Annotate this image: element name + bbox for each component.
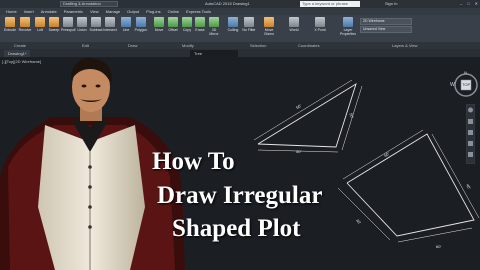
copy-icon <box>182 17 192 27</box>
subtract-button[interactable]: Subtract <box>89 17 103 32</box>
file-tab-bar: Drawing1* Tree <box>0 49 480 57</box>
named-view-dropdown[interactable]: Unsaved View <box>360 26 412 33</box>
panel-create[interactable]: Create <box>14 42 26 49</box>
zoom-icon[interactable] <box>468 130 473 135</box>
layer-properties-button[interactable]: Layer Properties <box>340 17 356 36</box>
erase-icon <box>195 17 205 27</box>
navigation-bar <box>466 104 475 164</box>
menu-home[interactable]: Home <box>6 8 17 15</box>
extrude-button[interactable]: Extrude <box>3 17 17 32</box>
maximize-icon[interactable]: □ <box>467 0 469 8</box>
minimize-icon[interactable]: – <box>460 0 462 8</box>
revolve-icon <box>20 17 30 27</box>
world-button[interactable]: World <box>287 17 301 32</box>
panel-coordinates[interactable]: Coordinates <box>298 42 320 49</box>
offset-button[interactable]: Offset <box>166 17 180 32</box>
menu-output[interactable]: Output <box>127 8 139 15</box>
culling-button[interactable]: Culling <box>226 17 240 32</box>
viewcube-face[interactable]: TOP <box>462 82 470 87</box>
panel-draw[interactable]: Draw <box>128 42 137 49</box>
copy-button[interactable]: Copy <box>180 17 194 32</box>
move-icon <box>154 17 164 27</box>
menu-online[interactable]: Online <box>168 8 180 15</box>
revolve-button[interactable]: Revolve <box>18 17 32 32</box>
viewcube[interactable]: TOP N W <box>448 70 478 100</box>
window-controls: – □ ✕ <box>460 0 478 8</box>
view-controls: 2D Wireframe Unsaved View <box>360 18 412 34</box>
x-point-button[interactable]: X Point <box>313 17 327 32</box>
gizmo-icon <box>264 17 274 27</box>
erase-button[interactable]: Erase <box>193 17 207 32</box>
steering-wheel-icon[interactable] <box>468 107 473 113</box>
line-button[interactable]: Line <box>119 17 133 32</box>
workspace-dropdown[interactable]: Drafting & Annotation <box>60 1 118 7</box>
pan-icon[interactable] <box>468 119 473 124</box>
offset-icon <box>168 17 178 27</box>
video-title-line2: Draw Irregular <box>157 182 323 209</box>
panel-edit[interactable]: Edit <box>82 42 89 49</box>
intersect-icon <box>105 17 115 27</box>
intersect-button[interactable]: Intersect <box>103 17 117 32</box>
union-icon <box>77 17 87 27</box>
menu-manage[interactable]: Manage <box>106 8 120 15</box>
menu-bar: Home Insert Annotate Parametric View Man… <box>0 8 480 15</box>
orbit-icon[interactable] <box>468 141 473 146</box>
window-title: AutoCAD 2015 Drawing1 <box>205 1 250 6</box>
menu-insert[interactable]: Insert <box>24 8 34 15</box>
layers-icon <box>343 17 353 27</box>
loft-icon <box>35 17 45 27</box>
ucs-point-icon <box>315 17 325 27</box>
sweep-icon <box>49 17 59 27</box>
menu-view[interactable]: View <box>90 8 99 15</box>
panel-selection[interactable]: Selection <box>250 42 266 49</box>
filter-icon <box>244 17 254 27</box>
compass-west[interactable]: W <box>450 82 455 88</box>
presspull-button[interactable]: Presspull <box>61 17 75 32</box>
menu-express-tools[interactable]: Express Tools <box>186 8 211 15</box>
polygon-icon <box>136 17 146 27</box>
panel-modify[interactable]: Modify <box>182 42 194 49</box>
plot2-dim-bottom: 60' <box>436 244 442 249</box>
search-input[interactable]: Type a keyword or phrase <box>300 1 360 7</box>
menu-parametric[interactable]: Parametric <box>64 8 83 15</box>
title-bar: Drafting & Annotation AutoCAD 2015 Drawi… <box>0 0 480 8</box>
extrude-icon <box>5 17 15 27</box>
line-icon <box>121 17 131 27</box>
compass-north[interactable]: N <box>464 70 467 75</box>
plot1-dim-bottom: 50' <box>296 149 302 154</box>
close-icon[interactable]: ✕ <box>475 0 478 8</box>
union-button[interactable]: Union <box>75 17 89 32</box>
loft-button[interactable]: Loft <box>33 17 47 32</box>
polygon-button[interactable]: Polygon <box>134 17 148 32</box>
move-gizmo-button[interactable]: Move Gizmo <box>262 17 276 36</box>
ribbon-panel-labels: Create Edit Draw Modify Selection Coordi… <box>0 42 480 49</box>
tab-drawing1[interactable]: Drawing1* <box>4 50 31 57</box>
3d-mirror-button[interactable]: 3D Mirror <box>207 17 221 36</box>
mirror-icon <box>209 17 219 27</box>
sweep-button[interactable]: Sweep <box>47 17 61 32</box>
sign-in-button[interactable]: Sign In <box>385 0 397 8</box>
video-title-line3: Shaped Plot <box>172 215 301 242</box>
panel-layers-view[interactable]: Layers & View <box>392 42 418 49</box>
menu-plugins[interactable]: Plug-ins <box>146 8 160 15</box>
visual-style-dropdown[interactable]: 2D Wireframe <box>360 18 412 25</box>
showmotion-icon[interactable] <box>468 152 473 157</box>
no-filter-button[interactable]: No Filter <box>242 17 256 32</box>
move-button[interactable]: Move <box>152 17 166 32</box>
tab-tree[interactable]: Tree <box>190 50 238 57</box>
subtract-icon <box>91 17 101 27</box>
video-title-line1: How To <box>152 148 235 175</box>
ucs-world-icon <box>289 17 299 27</box>
menu-annotate[interactable]: Annotate <box>41 8 57 15</box>
presspull-icon <box>63 17 73 27</box>
culling-icon <box>228 17 238 27</box>
